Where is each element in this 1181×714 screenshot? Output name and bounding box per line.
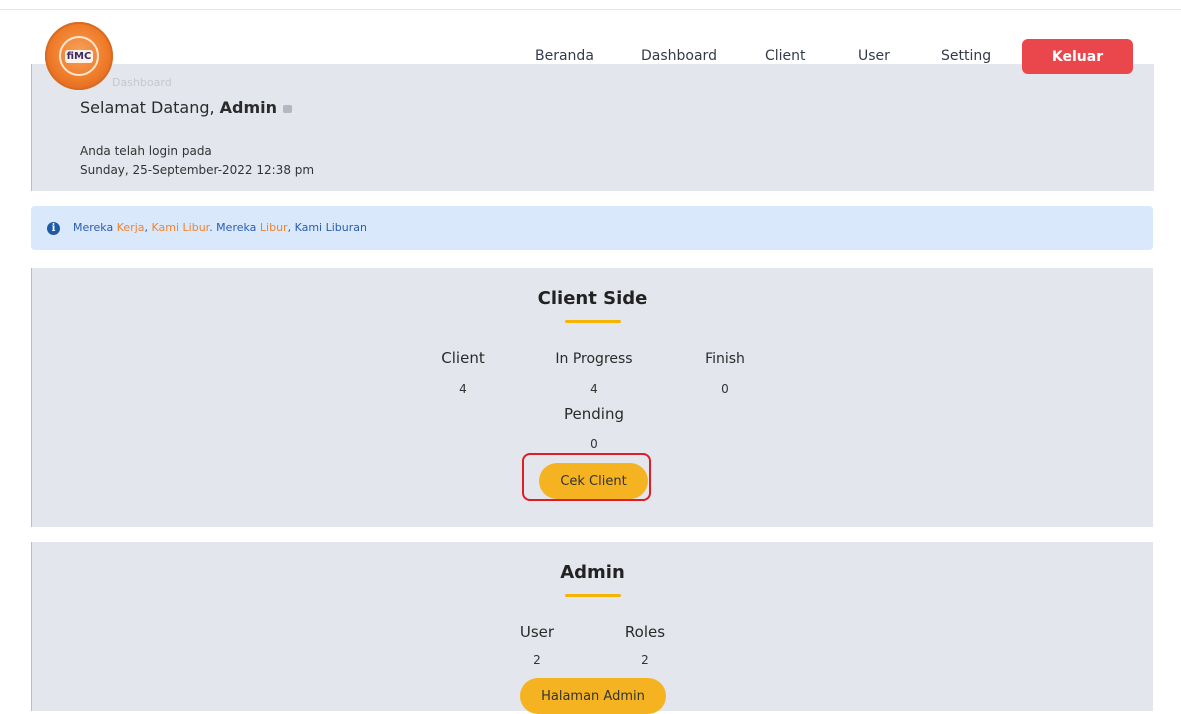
halaman-admin-button[interactable]: Halaman Admin — [520, 678, 666, 714]
login-time: Sunday, 25-September-2022 12:38 pm — [80, 163, 315, 177]
stat-finish-value: 0 — [721, 382, 729, 396]
stat-user-value: 2 — [533, 653, 541, 667]
logout-button[interactable]: Keluar — [1022, 39, 1133, 74]
highlight-box — [522, 453, 651, 501]
stat-pending-label: Pending — [564, 405, 624, 423]
stat-roles-label: Roles — [624, 623, 666, 641]
alert-text: , — [144, 221, 152, 234]
admin-card: Admin User 2 Roles 2 Halaman Admin — [31, 542, 1153, 714]
client-side-card: Client Side Client 4 In Progress 4 Finis… — [31, 268, 1153, 527]
stat-roles-value: 2 — [641, 653, 649, 667]
stat-client-label: Client — [441, 349, 485, 367]
nav-client[interactable]: Client — [765, 48, 806, 64]
alert-text: , — [287, 221, 295, 234]
info-alert: i Mereka Kerja, Kami Libur. Mereka Libur… — [31, 206, 1153, 250]
alert-text: Kami Liburan — [294, 221, 367, 234]
title-underline — [565, 320, 621, 323]
stat-pending-value: 0 — [590, 437, 598, 451]
alert-text: . Mereka — [209, 221, 260, 234]
top-divider — [0, 9, 1181, 10]
title-underline — [565, 594, 621, 597]
nav-user[interactable]: User — [858, 48, 890, 64]
wave-hand-icon — [283, 104, 293, 113]
info-icon: i — [47, 222, 60, 235]
login-label: Anda telah login pada — [80, 144, 212, 158]
navbar: fiMC Beranda Dashboard Client User Setti… — [31, 20, 1153, 101]
nav-setting[interactable]: Setting — [941, 48, 991, 64]
stat-in-progress-value: 4 — [590, 382, 598, 396]
client-side-title: Client Side — [537, 288, 648, 309]
alert-message: Mereka Kerja, Kami Libur. Mereka Libur, … — [73, 221, 367, 234]
logo-mark: fiMC — [64, 49, 94, 63]
admin-title: Admin — [560, 562, 625, 583]
alert-text: Kami Libur — [151, 221, 210, 234]
alert-text: Kerja — [116, 221, 145, 234]
stat-user-label: User — [519, 623, 555, 641]
alert-text: Mereka — [73, 221, 117, 234]
alert-text: Libur — [259, 221, 288, 234]
stat-client-value: 4 — [459, 382, 467, 396]
stat-in-progress-label: In Progress — [555, 351, 633, 367]
nav-beranda[interactable]: Beranda — [535, 48, 594, 64]
logo-emblem-icon: fiMC — [59, 36, 99, 76]
nav-dashboard[interactable]: Dashboard — [641, 48, 717, 64]
stat-finish-label: Finish — [705, 351, 745, 367]
brand-logo[interactable]: fiMC — [45, 22, 113, 90]
